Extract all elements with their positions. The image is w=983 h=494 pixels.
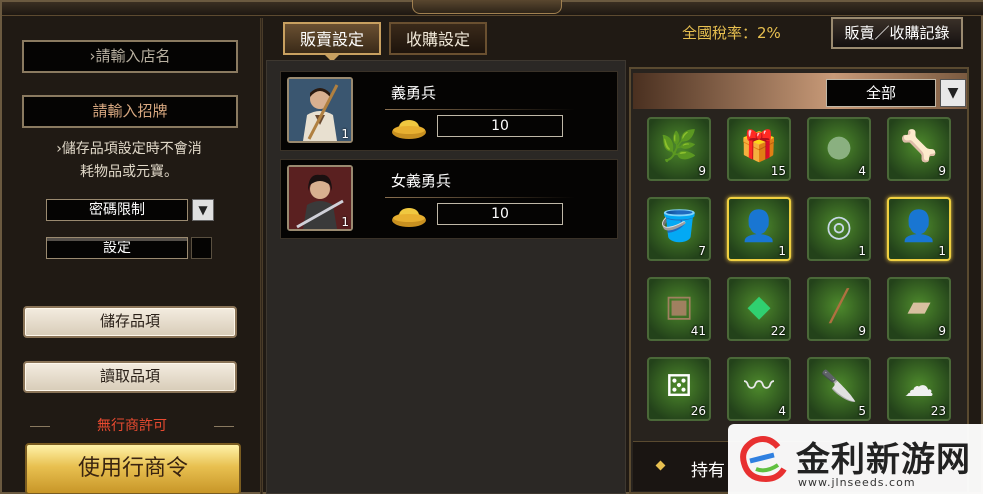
gold-ingot-icon — [392, 120, 426, 139]
license-status: 無行商許可 — [22, 416, 242, 436]
inventory-slot[interactable]: 🦴 9 — [887, 117, 951, 181]
item-count: 23 — [930, 404, 946, 418]
militia-soldier-icon: 👤 — [740, 209, 778, 244]
chevron-down-icon[interactable]: ▼ — [940, 79, 966, 107]
item-name: 義勇兵 — [391, 84, 437, 102]
window-title-plaque — [412, 0, 562, 14]
shop-name-input[interactable]: ›請輸入店名 — [22, 40, 238, 73]
inventory-slot[interactable]: ◆ 22 — [727, 277, 791, 341]
tab-sell-settings[interactable]: 販賣設定 — [283, 22, 381, 62]
item-count: 22 — [770, 324, 786, 338]
save-notice-line2: 耗物品或元寶。 — [80, 164, 178, 180]
save-items-button[interactable]: 儲存品項 — [23, 306, 237, 338]
inventory-slot[interactable]: ⚄ 26 — [647, 357, 711, 421]
inventory-slot[interactable]: 👤 1 — [727, 197, 791, 261]
inventory-slot[interactable]: ● 4 — [807, 117, 871, 181]
item-count: 26 — [690, 404, 706, 418]
site-logo-icon — [740, 436, 787, 483]
sell-list-panel: 1 義勇兵 10 1 女義勇兵 10 — [266, 60, 626, 494]
tab-buy-settings[interactable]: 收購設定 — [389, 22, 487, 55]
use-merchant-token-button[interactable]: 使用行商令 — [25, 443, 241, 494]
inventory-header: 全部 ▼ — [633, 73, 967, 109]
item-count: 1 — [341, 127, 349, 141]
item-count: 41 — [690, 324, 706, 338]
inventory-slot[interactable]: ☁ 23 — [887, 357, 951, 421]
price-input[interactable]: 10 — [437, 115, 563, 137]
wooden-rod-icon: ╱ — [829, 289, 849, 324]
cotton-icon: ☁ — [904, 369, 934, 404]
dice-icon: ⚄ — [665, 369, 693, 404]
jade-stone-icon: ◆ — [747, 289, 771, 324]
bone-icon: 🦴 — [900, 129, 938, 164]
tea-box-icon: ▣ — [664, 289, 694, 324]
item-count: 1 — [858, 244, 866, 258]
inventory-slot[interactable]: ◎ 1 — [807, 197, 871, 261]
set-value-box — [191, 237, 212, 259]
trade-record-button[interactable]: 販賣／收購記錄 — [831, 17, 963, 49]
silver-bowl-icon: ◎ — [825, 209, 853, 244]
inventory-slot[interactable]: ▰ 9 — [887, 277, 951, 341]
set-button[interactable]: 設定 — [46, 237, 188, 259]
price-input[interactable]: 10 — [437, 203, 563, 225]
militia-soldier-portrait-icon: 1 — [287, 77, 353, 143]
item-count: 9 — [698, 164, 706, 178]
load-items-button[interactable]: 讀取品項 — [23, 361, 237, 393]
knife-icon: 🔪 — [820, 369, 858, 404]
item-count: 4 — [778, 404, 786, 418]
divider-right — [214, 426, 234, 427]
panel-divider — [260, 18, 263, 494]
divider — [385, 109, 575, 110]
jade-orb-icon: ● — [825, 129, 853, 164]
inventory-slot[interactable]: 〰 4 — [727, 357, 791, 421]
gift-pack-icon: 🎁 — [740, 129, 778, 164]
item-count: 4 — [858, 164, 866, 178]
item-count: 9 — [938, 164, 946, 178]
gold-ingot-icon — [392, 208, 426, 227]
watermark-title: 金利新游网 — [796, 440, 971, 480]
item-count: 5 — [858, 404, 866, 418]
silk-icon: 〰 — [744, 369, 774, 404]
watermark-url: www.jlnseeds.com — [798, 476, 916, 489]
item-count: 1 — [778, 244, 786, 258]
water-bucket-icon: 🪣 — [660, 209, 698, 244]
list-item[interactable]: 1 義勇兵 10 — [280, 71, 618, 151]
diamond-icon — [655, 460, 666, 471]
shop-sign-input[interactable]: 請輸入招牌 — [22, 95, 238, 128]
item-count: 9 — [858, 324, 866, 338]
inventory-slot[interactable]: 🔪 5 — [807, 357, 871, 421]
cloth-bundle-icon: ▰ — [907, 289, 931, 324]
item-count: 1 — [341, 215, 349, 229]
item-count: 15 — [770, 164, 786, 178]
female-militia-portrait-icon: 1 — [287, 165, 353, 231]
item-count: 7 — [698, 244, 706, 258]
save-notice: ›儲存品項設定時不會消 耗物品或元寶。 — [24, 138, 234, 184]
item-count: 9 — [938, 324, 946, 338]
list-item[interactable]: 1 女義勇兵 10 — [280, 159, 618, 239]
password-limit-select[interactable]: 密碼限制 — [46, 199, 188, 221]
tax-rate-label: 全國稅率：2% — [682, 24, 781, 42]
herb-bundle-icon: 🌿 — [660, 129, 698, 164]
divider — [385, 197, 575, 198]
inventory-slot[interactable]: 🪣 7 — [647, 197, 711, 261]
save-notice-line1: ›儲存品項設定時不會消 — [56, 141, 202, 157]
inventory-slot[interactable]: ╱ 9 — [807, 277, 871, 341]
site-watermark: 金利新游网 www.jlnseeds.com — [728, 424, 983, 494]
inventory-slot[interactable]: 🎁 15 — [727, 117, 791, 181]
female-militia-icon: 👤 — [900, 209, 938, 244]
chevron-down-icon[interactable]: ▼ — [192, 199, 214, 221]
inventory-slot[interactable]: 👤 1 — [887, 197, 951, 261]
no-license-text: 無行商許可 — [97, 418, 167, 434]
inventory-slot[interactable]: ▣ 41 — [647, 277, 711, 341]
owned-label: 持有 — [691, 461, 725, 481]
item-count: 1 — [938, 244, 946, 258]
inventory-slot[interactable]: 🌿 9 — [647, 117, 711, 181]
shop-settings-panel: ›請輸入店名 請輸入招牌 ›儲存品項設定時不會消 耗物品或元寶。 密碼限制 ▼ … — [6, 20, 258, 494]
category-filter-select[interactable]: 全部 — [826, 79, 936, 107]
item-name: 女義勇兵 — [391, 172, 452, 190]
